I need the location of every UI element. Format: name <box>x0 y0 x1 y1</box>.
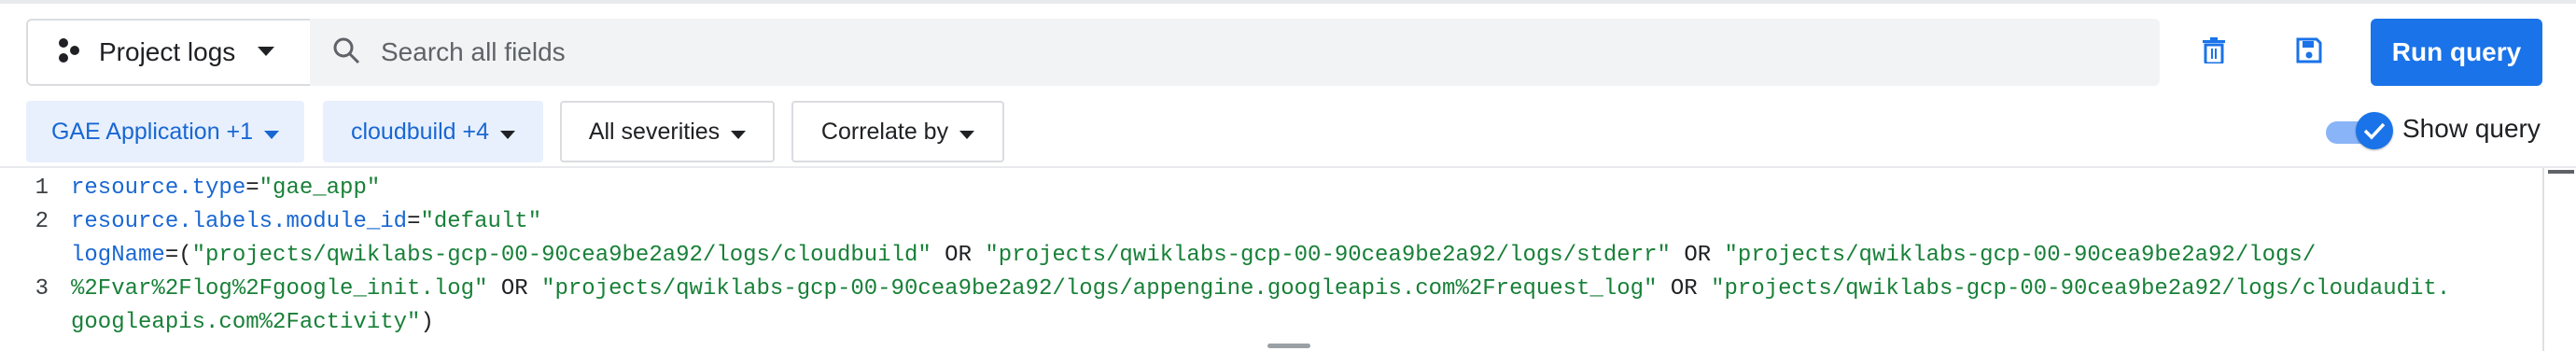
query-code[interactable]: resource.type="gae_app" resource.labels.m… <box>71 172 2535 340</box>
save-query-button[interactable] <box>2283 26 2335 78</box>
severity-filter-label: All severities <box>588 118 721 145</box>
query-field: resource.labels.module_id <box>71 209 408 234</box>
chevron-down-icon <box>258 44 275 61</box>
query-operator: OR <box>1657 276 1712 302</box>
resource-filter-label: GAE Application +1 <box>50 118 254 145</box>
code-line[interactable]: %2Fvar%2Flog%2Fgoogle_init.log" OR "proj… <box>71 273 2535 306</box>
query-string: "projects/qwiklabs-gcp-00-90cea9be2a92/l… <box>541 276 1658 302</box>
query-operator: = <box>407 209 421 234</box>
chevron-down-icon <box>264 119 280 146</box>
line-number: 2 <box>35 209 49 234</box>
log-name-filter-label: cloudbuild +4 <box>350 118 490 145</box>
line-number-gutter: 1 2 3 <box>0 172 58 340</box>
chevron-down-icon <box>500 119 516 146</box>
query-string: "projects/qwiklabs-gcp-00-90cea9be2a92/l… <box>1711 276 2451 302</box>
query-string: "projects/qwiklabs-gcp-00-90cea9be2a92/l… <box>191 243 931 268</box>
query-string: "gae_app" <box>259 176 381 201</box>
log-name-filter-chip[interactable]: cloudbuild +4 <box>323 101 543 162</box>
run-query-button[interactable]: Run query <box>2371 19 2542 86</box>
scrollbar-thumb[interactable] <box>2548 170 2574 174</box>
search-bar[interactable] <box>310 19 2160 86</box>
code-line[interactable]: resource.labels.module_id="default" <box>71 205 2535 239</box>
search-input[interactable] <box>381 37 2061 67</box>
line-number: 1 <box>35 176 49 201</box>
code-line[interactable]: googleapis.com%2Factivity") <box>71 306 2535 340</box>
query-operator: = <box>245 176 259 201</box>
trash-icon <box>2203 36 2225 68</box>
checkmark-icon <box>2356 112 2393 149</box>
query-operator: ) <box>420 310 434 335</box>
clear-query-button[interactable] <box>2188 26 2240 78</box>
query-operator: OR <box>931 243 986 268</box>
resource-filter-chip[interactable]: GAE Application +1 <box>26 101 304 162</box>
editor-resize-handle[interactable] <box>1267 344 1310 348</box>
chevron-down-icon <box>731 119 747 146</box>
show-query-label: Show query <box>2402 114 2541 143</box>
project-logs-icon <box>56 37 82 68</box>
query-string: %2Fvar%2Flog%2Fgoogle_init.log" <box>71 276 488 302</box>
line-number <box>0 306 58 340</box>
chevron-down-icon <box>959 119 975 146</box>
scope-label: Project logs <box>99 37 236 66</box>
query-string: "projects/qwiklabs-gcp-00-90cea9be2a92/l… <box>985 243 1671 268</box>
query-field: logName <box>71 243 165 268</box>
show-query-toggle[interactable] <box>2324 110 2393 151</box>
top-divider <box>0 0 2576 4</box>
correlate-by-label: Correlate by <box>820 118 949 145</box>
query-field: resource.type <box>71 176 246 201</box>
project-logs-scope-button[interactable]: Project logs <box>26 19 312 86</box>
query-string: "default" <box>420 209 542 234</box>
severity-filter-chip[interactable]: All severities <box>560 101 775 162</box>
editor-scrollbar[interactable] <box>2542 168 2574 351</box>
code-line[interactable]: logName=("projects/qwiklabs-gcp-00-90cea… <box>71 239 2535 273</box>
code-line[interactable]: resource.type="gae_app" <box>71 172 2535 205</box>
save-icon <box>2296 37 2322 68</box>
line-number <box>0 239 58 273</box>
correlate-by-chip[interactable]: Correlate by <box>791 101 1004 162</box>
query-operator: =( <box>164 243 192 268</box>
search-icon <box>332 36 360 69</box>
line-number: 3 <box>35 276 49 302</box>
query-string: "projects/qwiklabs-gcp-00-90cea9be2a92/l… <box>1724 243 2317 268</box>
query-editor[interactable]: 123 resource.type="gae_app" resource.labe… <box>0 166 2576 351</box>
query-operator: OR <box>487 276 542 302</box>
query-operator: OR <box>1670 243 1725 268</box>
query-string: googleapis.com%2Factivity" <box>71 310 421 335</box>
